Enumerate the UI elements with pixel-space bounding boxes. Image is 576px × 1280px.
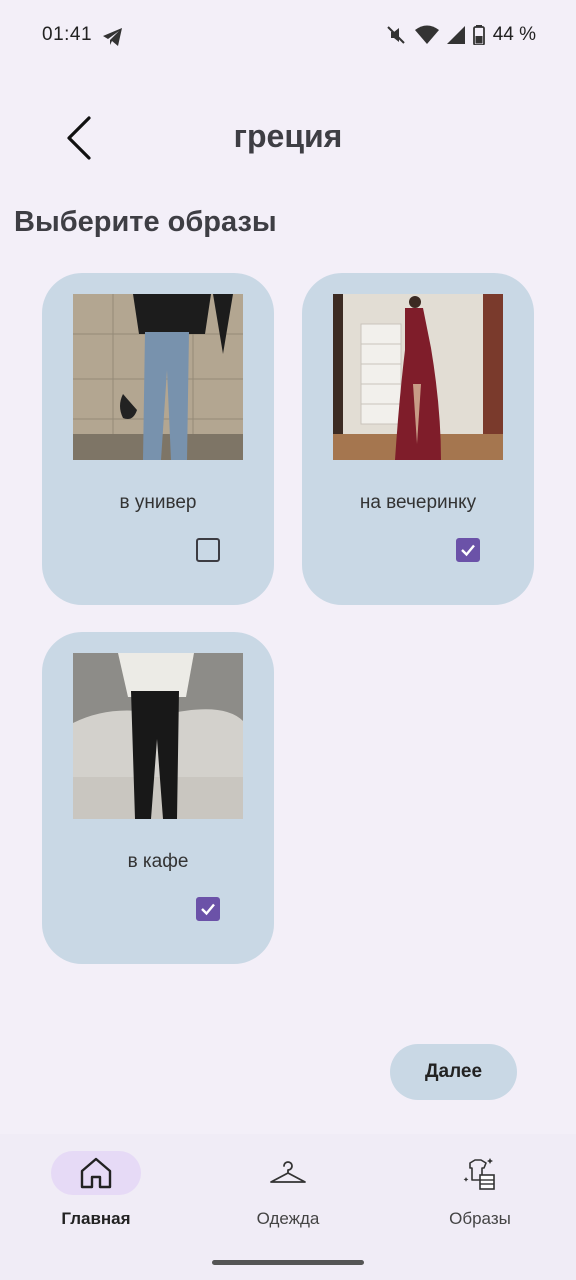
nav-active-indicator xyxy=(51,1151,141,1195)
checkmark-icon xyxy=(461,544,475,557)
outfit-photo xyxy=(333,294,503,460)
checkmark-icon xyxy=(201,903,215,916)
home-indicator[interactable] xyxy=(212,1260,364,1265)
nav-item-outfits[interactable]: Образы xyxy=(384,1134,576,1244)
hanger-icon xyxy=(270,1161,306,1183)
home-icon xyxy=(80,1157,112,1189)
outfit-photo xyxy=(73,653,243,819)
outfit-label: в кафе xyxy=(127,851,189,872)
outfit-card[interactable]: на вечеринку xyxy=(302,273,534,605)
outfit-card[interactable]: в кафе xyxy=(42,632,274,964)
outfit-checkbox[interactable] xyxy=(196,538,220,562)
outfit-card[interactable]: в универ xyxy=(42,273,274,605)
nav-label: Одежда xyxy=(256,1209,320,1228)
battery-percent: 44 % xyxy=(492,24,536,45)
status-time: 01:41 xyxy=(42,24,93,45)
status-bar: 01:41 44 % xyxy=(0,0,576,72)
section-heading: Выберите образы xyxy=(14,206,277,238)
outfits-icon xyxy=(463,1158,495,1190)
wifi-icon xyxy=(414,25,439,44)
bottom-navigation: Главная Одежда Образы xyxy=(0,1134,576,1280)
outfit-label: на вечеринку xyxy=(359,492,477,513)
outfit-checkbox[interactable] xyxy=(456,538,480,562)
outfit-checkbox[interactable] xyxy=(196,897,220,921)
outfit-label: в универ xyxy=(119,492,197,513)
battery-icon xyxy=(472,25,485,45)
signal-icon xyxy=(446,26,465,44)
status-icons: 44 % xyxy=(385,24,536,46)
outfit-photo xyxy=(73,294,243,460)
nav-label: Главная xyxy=(61,1209,131,1228)
nav-label: Образы xyxy=(449,1209,511,1228)
page-title: греция xyxy=(233,118,343,154)
telegram-icon xyxy=(103,28,122,46)
mute-icon xyxy=(386,26,405,44)
nav-item-home[interactable]: Главная xyxy=(0,1134,192,1244)
nav-item-clothes[interactable]: Одежда xyxy=(192,1134,384,1244)
next-button[interactable]: Далее xyxy=(390,1044,517,1100)
